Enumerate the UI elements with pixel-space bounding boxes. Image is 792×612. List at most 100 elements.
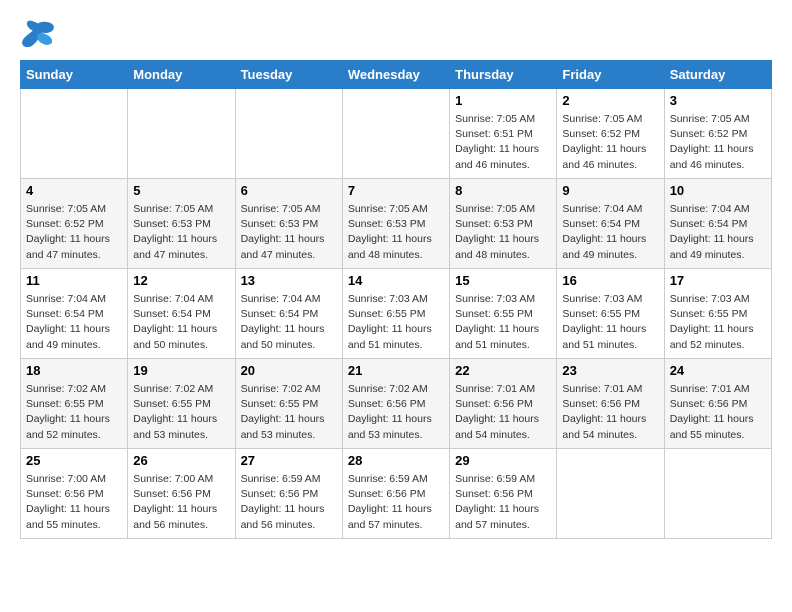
day-cell: [664, 449, 771, 539]
day-info: Sunrise: 6:59 AM Sunset: 6:56 PM Dayligh…: [241, 472, 337, 533]
day-number: 21: [348, 363, 444, 378]
day-cell: 25 Sunrise: 7:00 AM Sunset: 6:56 PM Dayli…: [21, 449, 128, 539]
day-info: Sunrise: 7:02 AM Sunset: 6:55 PM Dayligh…: [241, 382, 337, 443]
day-number: 26: [133, 453, 229, 468]
day-cell: 20 Sunrise: 7:02 AM Sunset: 6:55 PM Dayli…: [235, 359, 342, 449]
day-number: 25: [26, 453, 122, 468]
day-cell: 29 Sunrise: 6:59 AM Sunset: 6:56 PM Dayli…: [450, 449, 557, 539]
day-cell: 22Sunrise: 7:01 AM Sunset: 6:56 PM Dayli…: [450, 359, 557, 449]
day-info: Sunrise: 7:02 AM Sunset: 6:56 PM Dayligh…: [348, 382, 444, 443]
day-cell: [342, 89, 449, 179]
calendar-table: SundayMondayTuesdayWednesdayThursdayFrid…: [20, 60, 772, 539]
day-info: Sunrise: 7:05 AM Sunset: 6:51 PM Dayligh…: [455, 112, 551, 173]
day-cell: 26 Sunrise: 7:00 AM Sunset: 6:56 PM Dayli…: [128, 449, 235, 539]
day-info: Sunrise: 7:05 AM Sunset: 6:52 PM Dayligh…: [670, 112, 766, 173]
page-header: [20, 20, 772, 50]
day-cell: 23 Sunrise: 7:01 AM Sunset: 6:56 PM Dayli…: [557, 359, 664, 449]
day-number: 4: [26, 183, 122, 198]
day-cell: 7 Sunrise: 7:05 AM Sunset: 6:53 PM Daylig…: [342, 179, 449, 269]
day-number: 14: [348, 273, 444, 288]
day-cell: [235, 89, 342, 179]
col-sunday: Sunday: [21, 61, 128, 89]
day-cell: 27 Sunrise: 6:59 AM Sunset: 6:56 PM Dayli…: [235, 449, 342, 539]
day-number: 27: [241, 453, 337, 468]
day-cell: 21 Sunrise: 7:02 AM Sunset: 6:56 PM Dayli…: [342, 359, 449, 449]
day-cell: 16 Sunrise: 7:03 AM Sunset: 6:55 PM Dayli…: [557, 269, 664, 359]
day-cell: 14 Sunrise: 7:03 AM Sunset: 6:55 PM Dayli…: [342, 269, 449, 359]
day-info: Sunrise: 7:05 AM Sunset: 6:53 PM Dayligh…: [348, 202, 444, 263]
day-info: Sunrise: 7:04 AM Sunset: 6:54 PM Dayligh…: [670, 202, 766, 263]
day-cell: 28Sunrise: 6:59 AM Sunset: 6:56 PM Dayli…: [342, 449, 449, 539]
day-number: 15: [455, 273, 551, 288]
day-number: 1: [455, 93, 551, 108]
day-number: 9: [562, 183, 658, 198]
day-cell: 10 Sunrise: 7:04 AM Sunset: 6:54 PM Dayli…: [664, 179, 771, 269]
day-number: 18: [26, 363, 122, 378]
day-cell: 5 Sunrise: 7:05 AM Sunset: 6:53 PM Daylig…: [128, 179, 235, 269]
day-info: Sunrise: 7:04 AM Sunset: 6:54 PM Dayligh…: [133, 292, 229, 353]
day-info: Sunrise: 7:05 AM Sunset: 6:53 PM Dayligh…: [455, 202, 551, 263]
day-info: Sunrise: 7:04 AM Sunset: 6:54 PM Dayligh…: [241, 292, 337, 353]
col-wednesday: Wednesday: [342, 61, 449, 89]
day-info: Sunrise: 7:03 AM Sunset: 6:55 PM Dayligh…: [562, 292, 658, 353]
day-cell: 24Sunrise: 7:01 AM Sunset: 6:56 PM Dayli…: [664, 359, 771, 449]
col-saturday: Saturday: [664, 61, 771, 89]
day-info: Sunrise: 7:05 AM Sunset: 6:52 PM Dayligh…: [562, 112, 658, 173]
day-info: Sunrise: 7:04 AM Sunset: 6:54 PM Dayligh…: [562, 202, 658, 263]
day-cell: 18 Sunrise: 7:02 AM Sunset: 6:55 PM Dayli…: [21, 359, 128, 449]
week-row: 18 Sunrise: 7:02 AM Sunset: 6:55 PM Dayli…: [21, 359, 772, 449]
day-number: 16: [562, 273, 658, 288]
day-info: Sunrise: 7:01 AM Sunset: 6:56 PM Dayligh…: [562, 382, 658, 443]
day-info: Sunrise: 7:04 AM Sunset: 6:54 PM Dayligh…: [26, 292, 122, 353]
day-number: 8: [455, 183, 551, 198]
day-info: Sunrise: 7:01 AM Sunset: 6:56 PM Dayligh…: [455, 382, 551, 443]
day-cell: 11 Sunrise: 7:04 AM Sunset: 6:54 PM Dayli…: [21, 269, 128, 359]
day-number: 5: [133, 183, 229, 198]
day-cell: 8 Sunrise: 7:05 AM Sunset: 6:53 PM Daylig…: [450, 179, 557, 269]
day-info: Sunrise: 7:00 AM Sunset: 6:56 PM Dayligh…: [133, 472, 229, 533]
day-cell: 4 Sunrise: 7:05 AM Sunset: 6:52 PM Daylig…: [21, 179, 128, 269]
day-cell: 3 Sunrise: 7:05 AM Sunset: 6:52 PM Daylig…: [664, 89, 771, 179]
day-number: 7: [348, 183, 444, 198]
day-info: Sunrise: 7:03 AM Sunset: 6:55 PM Dayligh…: [670, 292, 766, 353]
day-info: Sunrise: 7:05 AM Sunset: 6:53 PM Dayligh…: [241, 202, 337, 263]
day-number: 12: [133, 273, 229, 288]
day-cell: [128, 89, 235, 179]
day-info: Sunrise: 7:02 AM Sunset: 6:55 PM Dayligh…: [26, 382, 122, 443]
week-row: 4 Sunrise: 7:05 AM Sunset: 6:52 PM Daylig…: [21, 179, 772, 269]
day-cell: 2Sunrise: 7:05 AM Sunset: 6:52 PM Daylig…: [557, 89, 664, 179]
day-cell: [21, 89, 128, 179]
day-info: Sunrise: 6:59 AM Sunset: 6:56 PM Dayligh…: [348, 472, 444, 533]
col-friday: Friday: [557, 61, 664, 89]
day-number: 23: [562, 363, 658, 378]
day-info: Sunrise: 7:00 AM Sunset: 6:56 PM Dayligh…: [26, 472, 122, 533]
col-tuesday: Tuesday: [235, 61, 342, 89]
week-row: 25 Sunrise: 7:00 AM Sunset: 6:56 PM Dayli…: [21, 449, 772, 539]
day-cell: 15 Sunrise: 7:03 AM Sunset: 6:55 PM Dayli…: [450, 269, 557, 359]
day-info: Sunrise: 6:59 AM Sunset: 6:56 PM Dayligh…: [455, 472, 551, 533]
day-cell: 1 Sunrise: 7:05 AM Sunset: 6:51 PM Daylig…: [450, 89, 557, 179]
day-info: Sunrise: 7:03 AM Sunset: 6:55 PM Dayligh…: [455, 292, 551, 353]
day-number: 24: [670, 363, 766, 378]
day-cell: 6 Sunrise: 7:05 AM Sunset: 6:53 PM Daylig…: [235, 179, 342, 269]
logo: [20, 20, 62, 50]
day-number: 11: [26, 273, 122, 288]
day-number: 10: [670, 183, 766, 198]
day-number: 6: [241, 183, 337, 198]
day-number: 29: [455, 453, 551, 468]
day-cell: 13 Sunrise: 7:04 AM Sunset: 6:54 PM Dayli…: [235, 269, 342, 359]
day-info: Sunrise: 7:03 AM Sunset: 6:55 PM Dayligh…: [348, 292, 444, 353]
day-info: Sunrise: 7:02 AM Sunset: 6:55 PM Dayligh…: [133, 382, 229, 443]
header-row: SundayMondayTuesdayWednesdayThursdayFrid…: [21, 61, 772, 89]
day-cell: 9 Sunrise: 7:04 AM Sunset: 6:54 PM Daylig…: [557, 179, 664, 269]
day-info: Sunrise: 7:05 AM Sunset: 6:52 PM Dayligh…: [26, 202, 122, 263]
day-number: 3: [670, 93, 766, 108]
day-cell: [557, 449, 664, 539]
day-info: Sunrise: 7:05 AM Sunset: 6:53 PM Dayligh…: [133, 202, 229, 263]
col-monday: Monday: [128, 61, 235, 89]
day-cell: 17 Sunrise: 7:03 AM Sunset: 6:55 PM Dayli…: [664, 269, 771, 359]
day-cell: 12 Sunrise: 7:04 AM Sunset: 6:54 PM Dayli…: [128, 269, 235, 359]
day-number: 17: [670, 273, 766, 288]
day-number: 20: [241, 363, 337, 378]
day-number: 13: [241, 273, 337, 288]
